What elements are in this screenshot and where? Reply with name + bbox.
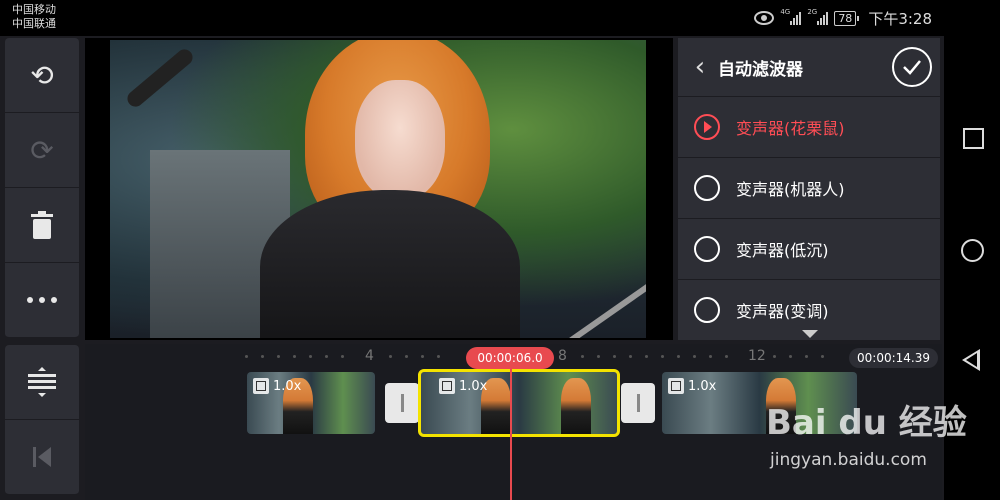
microphone-image (124, 46, 196, 110)
video-clip-1[interactable]: 1.0x (247, 372, 375, 434)
carrier-2: 中国联通 (12, 17, 56, 30)
home-icon[interactable] (961, 239, 984, 262)
panel-title: 自动滤波器 (718, 59, 803, 80)
signal-1-icon: 4G (780, 8, 802, 25)
scroll-more-icon (802, 330, 818, 338)
ruler-tick: 8 (558, 348, 567, 364)
clip-speed: 1.0x (273, 378, 302, 394)
baidu-jingyan-logo: Bai du 经验 (766, 403, 967, 443)
film-icon (439, 378, 455, 394)
radio-icon (694, 297, 720, 323)
filter-option-chipmunk[interactable]: 变声器(花栗鼠) (678, 97, 940, 158)
trash-icon (31, 211, 53, 239)
edit-toolbar: ⟲ ⟳ (5, 38, 79, 338)
filter-option-label: 变声器(低沉) (736, 241, 829, 260)
adjust-layers-button[interactable] (5, 345, 79, 420)
filter-option-robot[interactable]: 变声器(机器人) (678, 158, 940, 219)
undo-button[interactable]: ⟲ (5, 38, 79, 113)
transition-button[interactable] (621, 383, 655, 423)
video-clip-2-selected[interactable]: 1.0x (418, 369, 620, 437)
timeline-toolbar (5, 345, 79, 495)
recents-icon[interactable] (963, 128, 984, 149)
confirm-check-icon[interactable] (892, 47, 932, 87)
eye-comfort-icon (754, 11, 775, 25)
skip-to-start-button[interactable] (5, 420, 79, 495)
subject-face (355, 80, 445, 200)
ruler-tick: 12 (748, 348, 766, 364)
preview-frame-image (110, 40, 646, 338)
panel-header: ‹ 自动滤波器 (678, 38, 940, 97)
more-button[interactable] (5, 263, 79, 338)
video-preview[interactable] (85, 38, 673, 340)
battery-icon: 78 (834, 10, 860, 26)
undo-icon: ⟲ (30, 58, 54, 92)
clip-speed: 1.0x (688, 378, 717, 394)
signal-2-icon: 2G (807, 8, 829, 25)
transition-icon (400, 394, 404, 412)
filter-option-label: 变声器(变调) (736, 302, 829, 321)
back-icon[interactable] (962, 349, 980, 371)
redo-button[interactable]: ⟳ (5, 113, 79, 188)
filter-option-label: 变声器(花栗鼠) (736, 119, 845, 138)
watermark-url: jingyan.baidu.com (770, 450, 927, 470)
radio-icon (694, 236, 720, 262)
play-radio-icon (694, 114, 720, 140)
clip-thumbnail (561, 378, 591, 434)
guitar-neck (542, 264, 646, 338)
filter-option-deep[interactable]: 变声器(低沉) (678, 219, 940, 280)
back-chevron-icon[interactable]: ‹ (682, 52, 718, 82)
subject-body (260, 190, 520, 338)
audio-filter-panel: ‹ 自动滤波器 变声器(花栗鼠) 变声器(机器人) 变声器(低沉) 变声器(变调… (678, 38, 940, 340)
carrier-1: 中国移动 (12, 3, 56, 16)
adjust-layers-icon (28, 367, 56, 397)
status-clock: 下午3:28 (868, 9, 932, 28)
more-icon (27, 297, 57, 303)
total-duration-badge: 00:00:14.39 (849, 348, 938, 368)
delete-button[interactable] (5, 188, 79, 263)
film-icon (253, 378, 269, 394)
redo-icon: ⟳ (30, 133, 54, 167)
playhead[interactable] (510, 362, 512, 500)
radio-icon (694, 175, 720, 201)
ruler-tick: 4 (365, 348, 374, 364)
transition-icon (636, 394, 640, 412)
filter-option-label: 变声器(机器人) (736, 180, 845, 199)
status-bar: 中国移动 中国联通 4G 2G 78 下午3:28 (0, 0, 1000, 36)
clip-speed: 1.0x (459, 378, 488, 394)
transition-button[interactable] (385, 383, 419, 423)
skip-to-start-icon (33, 447, 51, 467)
film-icon (668, 378, 684, 394)
